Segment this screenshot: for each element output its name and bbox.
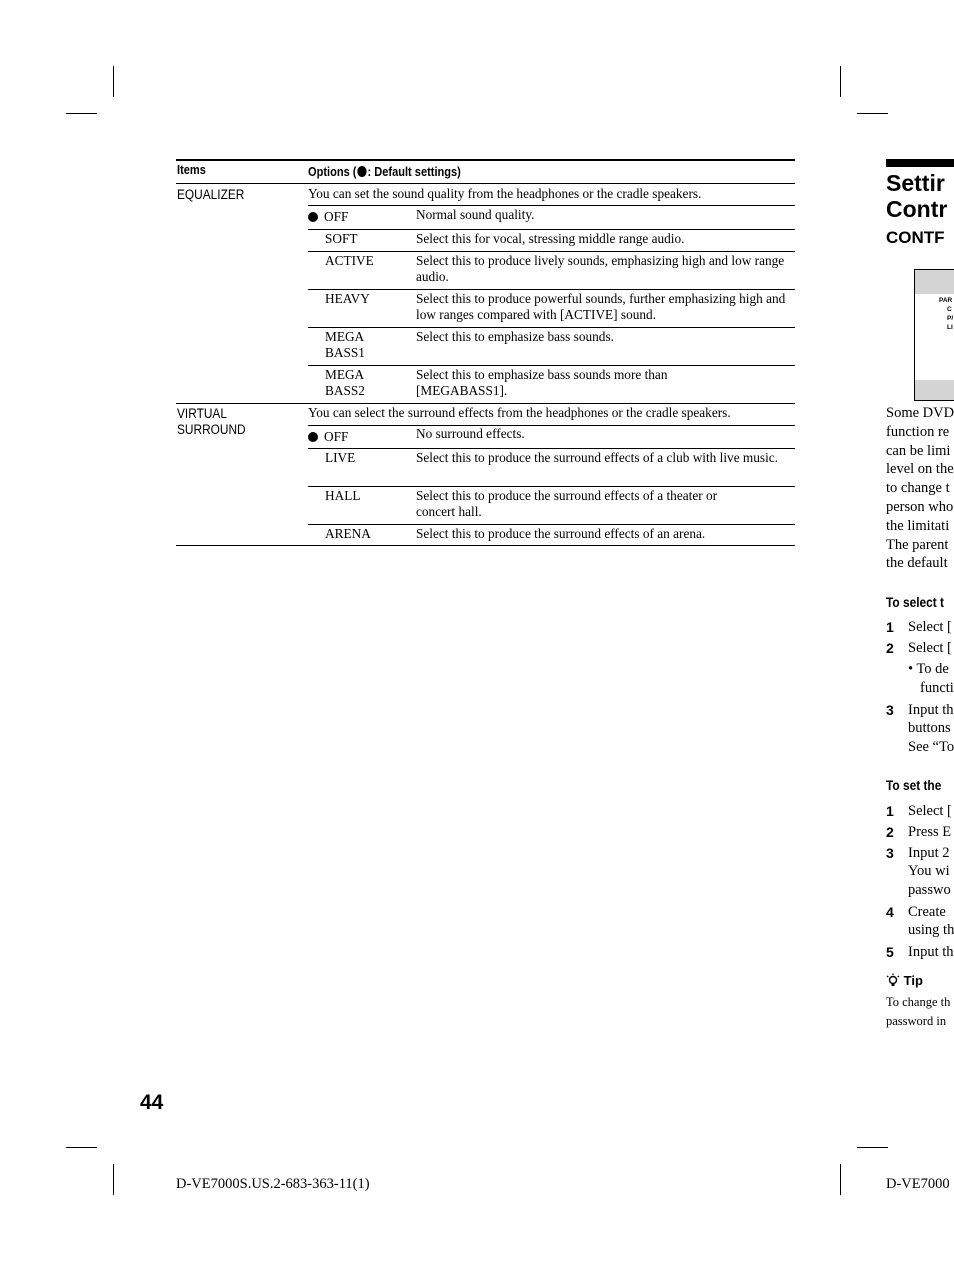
section-rule [176, 403, 795, 404]
option-description: Select this for vocal, stressing middle … [416, 231, 685, 246]
option-equalizer-megabass1: MEGA BASS1 [325, 329, 365, 360]
equalizer-intro: You can set the sound quality from the h… [308, 186, 702, 201]
section-subtitle: CONTF [886, 228, 945, 247]
table-bottom-rule [176, 545, 795, 546]
default-bullet-icon [357, 166, 367, 177]
option-equalizer-soft: SOFT [325, 231, 358, 246]
footer-doc-code: D-VE7000S.US.2-683-363-11(1) [176, 1176, 370, 1192]
row-rule [308, 448, 795, 449]
crop-mark [66, 113, 97, 114]
default-bullet-icon [308, 432, 318, 442]
screen-footer-band [915, 380, 954, 400]
option-description: Select this to produce lively sounds, em… [416, 253, 785, 284]
column-header-options: Options (: Default settings) [308, 164, 461, 179]
option-surround-arena: ARENA [325, 526, 371, 541]
crop-mark [857, 1147, 888, 1148]
option-description: Select this to emphasize bass sounds mor… [416, 367, 668, 398]
intro-paragraph: Some DVD function re can be limi level o… [886, 405, 954, 572]
option-equalizer-megabass2: MEGA BASS2 [325, 367, 365, 398]
row-rule [308, 251, 795, 252]
row-rule [308, 327, 795, 328]
option-equalizer-heavy: HEAVY [325, 291, 370, 306]
default-bullet-icon [308, 212, 318, 222]
row-rule [308, 365, 795, 366]
item-equalizer: EQUALIZER [177, 187, 245, 202]
crop-mark [66, 1147, 97, 1148]
option-equalizer-off: OFF [308, 209, 348, 225]
row-rule [308, 229, 795, 230]
lightbulb-icon [886, 973, 900, 986]
crop-mark [840, 1164, 841, 1195]
option-description: Select this to produce the surround effe… [416, 488, 718, 519]
header-rule [176, 183, 795, 184]
option-description: Normal sound quality. [416, 207, 535, 222]
screen-menu-item: C [947, 306, 952, 313]
option-description: Select this to emphasize bass sounds. [416, 329, 614, 344]
option-surround-hall: HALL [325, 488, 361, 503]
crop-mark [840, 66, 841, 97]
footer-doc-code-right: D-VE7000 [886, 1176, 950, 1192]
option-description: Select this to produce the surround effe… [416, 450, 779, 465]
option-surround-off: OFF [308, 429, 348, 445]
item-virtual-surround: VIRTUAL SURROUND [177, 406, 246, 437]
screen-menu-item: PAR [939, 297, 953, 304]
tip-heading: Tip [886, 973, 923, 988]
screen-menu-item: P/ [947, 315, 954, 322]
row-rule [308, 524, 795, 525]
row-rule [308, 205, 795, 206]
screen-header-band [915, 270, 954, 294]
section2-heading: To set the [886, 777, 942, 793]
crop-mark [113, 66, 114, 97]
screen-menu-item: LI [947, 324, 953, 331]
option-equalizer-active: ACTIVE [325, 253, 374, 268]
section-title-line2: Contr [886, 196, 948, 222]
crop-mark [113, 1164, 114, 1195]
virtual-surround-intro: You can select the surround effects from… [308, 405, 731, 420]
screen-illustration: PAR C P/ LI [914, 269, 954, 401]
row-rule [308, 486, 795, 487]
table-top-rule [176, 159, 795, 161]
option-description: Select this to produce the surround effe… [416, 526, 706, 541]
tip-text: To change th password in [886, 995, 951, 1028]
option-description: Select this to produce powerful sounds, … [416, 291, 786, 322]
section-title-bar [886, 159, 954, 167]
crop-mark [857, 113, 888, 114]
section-title-line1: Settir [886, 170, 945, 196]
page-number: 44 [140, 1091, 164, 1114]
option-description: No surround effects. [416, 426, 525, 441]
column-header-items: Items [177, 162, 206, 177]
row-rule [308, 289, 795, 290]
option-surround-live: LIVE [325, 450, 356, 465]
section1-heading: To select t [886, 594, 944, 610]
